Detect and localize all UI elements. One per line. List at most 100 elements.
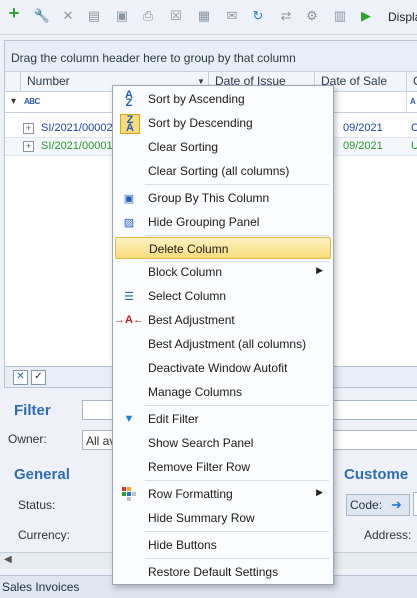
submenu-arrow-icon: ▶: [316, 487, 323, 497]
menu-item-label: Edit Filter: [148, 412, 199, 426]
menu-item-label: Hide Buttons: [148, 538, 217, 552]
document-icon[interactable]: ▤: [86, 8, 102, 24]
menu-item-label: Clear Sorting (all columns): [148, 164, 290, 178]
menu-item-row-formatting[interactable]: Row Formatting ▶: [115, 483, 331, 505]
select-column-icon: ☰: [124, 290, 134, 303]
group-panel-hint: Drag the column header here to group by …: [11, 51, 296, 65]
hide-grouping-icon: ▨: [123, 216, 135, 229]
abc-icon: A: [410, 97, 416, 106]
owner-label: Owner:: [8, 432, 47, 446]
filter-section-title: Filter: [14, 402, 51, 419]
menu-item-clear-sorting[interactable]: Clear Sorting: [115, 136, 331, 158]
toolbar: + 🔧 ✕ ▤ ▣ ⎙ ☒ ▦ ✉ ↻ ⇄ ⚙ ▥ ▶ Displa: [0, 0, 417, 35]
code-input[interactable]: [413, 492, 417, 516]
best-fit-icon: →A←: [114, 314, 144, 326]
menu-item-best-adjustment[interactable]: →A← Best Adjustment: [114, 309, 331, 331]
menu-item-deactivate-autofit[interactable]: Deactivate Window Autofit: [115, 357, 331, 379]
menu-item-manage-columns[interactable]: Manage Columns: [115, 381, 331, 403]
row-date-of-sale: 09/2021: [343, 122, 383, 134]
scroll-left-icon[interactable]: ◀: [4, 554, 12, 565]
menu-item-label: Row Formatting: [148, 487, 233, 501]
status-label: Status:: [18, 498, 56, 512]
general-section-title: General: [14, 466, 70, 483]
customer-section-title: Custome: [344, 466, 409, 483]
menu-item-hide-buttons[interactable]: Hide Buttons: [115, 534, 331, 556]
column-context-menu: AZ Sort by Ascending ZA Sort by Descendi…: [112, 85, 334, 585]
row-indicator-header: [5, 72, 21, 91]
print-preview-icon[interactable]: ▣: [114, 8, 130, 24]
menu-separator: [145, 235, 329, 236]
row-number: SI/2021/00001: [41, 140, 113, 152]
menu-item-label: Clear Sorting: [148, 140, 219, 154]
row-date-of-sale: 09/2021: [343, 140, 383, 152]
sort-descending-icon: ZA: [120, 114, 140, 134]
menu-item-restore-defaults[interactable]: Restore Default Settings: [115, 561, 331, 583]
export-icon[interactable]: ▦: [196, 8, 212, 24]
menu-item-label: Manage Columns: [148, 385, 243, 399]
menu-separator: [145, 558, 329, 559]
menu-item-label: Delete Column: [149, 242, 229, 256]
truck-icon[interactable]: ▥: [332, 8, 348, 24]
filter-row-indicator-icon: ▾: [11, 96, 17, 107]
menu-item-label: Best Adjustment: [148, 313, 235, 327]
status-bar-text: Sales Invoices: [2, 580, 80, 594]
menu-item-delete-column[interactable]: Delete Column: [115, 237, 331, 259]
settings-icon[interactable]: ⚙: [304, 8, 320, 24]
menu-item-edit-filter[interactable]: ▼ Edit Filter: [115, 408, 331, 430]
menu-item-best-adjustment-all[interactable]: Best Adjustment (all columns): [115, 333, 331, 355]
menu-item-remove-filter-row[interactable]: Remove Filter Row: [115, 456, 331, 478]
menu-item-label: Show Search Panel: [148, 436, 254, 450]
sort-ascending-icon: AZ: [125, 89, 133, 109]
transfer-icon[interactable]: ⇄: [278, 8, 294, 24]
clear-filter-icon[interactable]: ✕: [13, 370, 28, 385]
refresh-icon[interactable]: ↻: [250, 8, 266, 24]
delete-icon[interactable]: ✕: [60, 8, 76, 24]
menu-separator: [145, 531, 329, 532]
menu-item-select-column[interactable]: ☰ Select Column: [115, 285, 331, 307]
menu-item-label: Sort by Descending: [148, 116, 253, 130]
filter-icon: ▼: [123, 413, 135, 425]
menu-separator: [145, 405, 329, 406]
menu-item-label: Best Adjustment (all columns): [148, 337, 307, 351]
currency-label: Currency:: [18, 528, 71, 542]
row-formatting-icon: [120, 485, 138, 503]
mail-icon[interactable]: ✉: [224, 8, 240, 24]
display-button-label[interactable]: Displa: [388, 10, 417, 24]
menu-item-sort-ascending[interactable]: AZ Sort by Ascending: [115, 88, 331, 110]
column-header-c[interactable]: C: [407, 72, 417, 91]
menu-item-label: Group By This Column: [148, 191, 270, 205]
wrench-icon[interactable]: 🔧: [34, 8, 50, 24]
menu-item-show-search-panel[interactable]: Show Search Panel: [115, 432, 331, 454]
add-icon[interactable]: +: [6, 3, 22, 23]
menu-item-group-by-column[interactable]: ▣ Group By This Column: [115, 187, 331, 209]
code-label: Code:: [350, 498, 383, 512]
menu-item-sort-descending[interactable]: ZA Sort by Descending: [115, 112, 331, 134]
menu-item-block-column[interactable]: Block Column ▶: [115, 261, 331, 283]
row-last-cell: C: [411, 122, 417, 134]
submenu-arrow-icon: ▶: [316, 265, 323, 275]
copy-icon[interactable]: ☒: [168, 8, 184, 24]
menu-item-label: Sort by Ascending: [148, 92, 245, 106]
play-icon[interactable]: ▶: [358, 8, 374, 24]
menu-item-label: Remove Filter Row: [148, 460, 251, 474]
print-icon[interactable]: ⎙: [140, 8, 156, 24]
menu-item-label: Hide Grouping Panel: [148, 215, 260, 229]
owner-value: All av: [86, 434, 116, 448]
menu-item-label: Hide Summary Row: [148, 511, 255, 525]
menu-item-label: Select Column: [148, 289, 227, 303]
arrow-right-icon: ➜: [391, 497, 402, 512]
text-filter-icon[interactable]: ABC: [24, 97, 40, 106]
menu-item-hide-summary-row[interactable]: Hide Summary Row: [115, 507, 331, 529]
row-number: SI/2021/00002: [41, 122, 113, 134]
code-button[interactable]: Code: ➜: [346, 494, 410, 516]
expand-icon[interactable]: +: [23, 141, 34, 152]
menu-item-hide-grouping-panel[interactable]: ▨ Hide Grouping Panel: [115, 211, 331, 233]
expand-icon[interactable]: +: [23, 123, 34, 134]
group-panel[interactable]: Drag the column header here to group by …: [5, 41, 417, 72]
filter-checkbox[interactable]: ✓: [31, 370, 46, 385]
menu-item-clear-sorting-all[interactable]: Clear Sorting (all columns): [115, 160, 331, 182]
menu-item-label: Deactivate Window Autofit: [148, 361, 288, 375]
column-header-c-label: C: [413, 74, 417, 88]
column-header-number-label: Number: [27, 74, 70, 88]
group-icon: ▣: [123, 192, 135, 205]
